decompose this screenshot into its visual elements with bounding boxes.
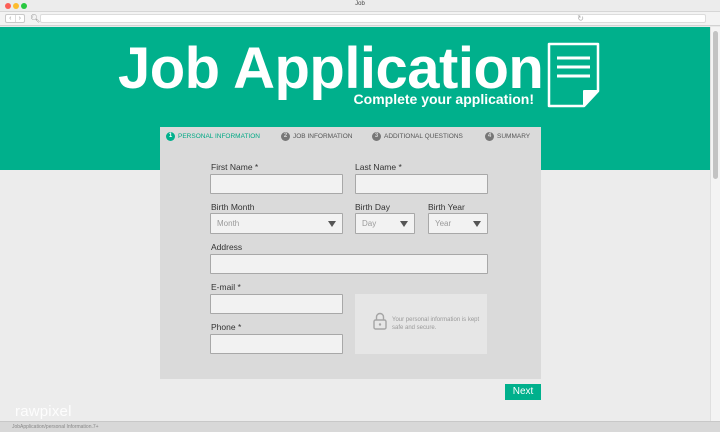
first-name-field[interactable] bbox=[210, 174, 343, 194]
next-button[interactable]: Next bbox=[505, 384, 541, 400]
phone-field[interactable] bbox=[210, 334, 343, 354]
step-number: 1 bbox=[166, 132, 175, 141]
birth-month-label: Birth Month bbox=[211, 202, 255, 212]
chevron-down-icon bbox=[328, 221, 336, 227]
first-name-label: First Name * bbox=[211, 162, 259, 172]
email-field[interactable] bbox=[210, 294, 343, 314]
step-job-information[interactable]: 2 JOB INFORMATION bbox=[281, 132, 352, 141]
address-label: Address bbox=[211, 242, 243, 252]
chevron-down-icon bbox=[400, 221, 408, 227]
loading-spinner-icon: ↻ bbox=[577, 14, 584, 23]
step-label: SUMMARY bbox=[497, 133, 531, 140]
birth-month-value: Month bbox=[217, 219, 240, 228]
address-field[interactable] bbox=[210, 254, 488, 274]
window-title: Job bbox=[355, 1, 365, 7]
last-name-label: Last Name * bbox=[355, 162, 402, 172]
window-titlebar: Job bbox=[0, 0, 720, 12]
step-label: JOB INFORMATION bbox=[293, 133, 353, 140]
step-label: PERSONAL INFORMATION bbox=[178, 133, 260, 140]
last-name-field[interactable] bbox=[355, 174, 488, 194]
page-subtitle: Complete your application! bbox=[353, 91, 534, 107]
nav-buttons: ‹ › bbox=[5, 14, 25, 23]
browser-toolbar: ‹ › 🔍︎ ↻ bbox=[0, 12, 720, 26]
step-summary[interactable]: 4 SUMMARY bbox=[485, 132, 530, 141]
page-viewport: Job Application Complete your applicatio… bbox=[0, 27, 710, 421]
privacy-notice: Your personal information is kept safe a… bbox=[355, 294, 487, 354]
watermark-logo: rawpixel bbox=[15, 403, 72, 420]
status-bar: JobApplication/personal Information.7+ bbox=[0, 421, 720, 432]
status-text: JobApplication/personal Information.7+ bbox=[12, 424, 99, 430]
search-icon: 🔍︎ bbox=[30, 14, 41, 23]
step-additional-questions[interactable]: 3 ADDITIONAL QUESTIONS bbox=[372, 132, 463, 141]
step-number: 4 bbox=[485, 132, 494, 141]
birth-year-select[interactable]: Year bbox=[428, 213, 488, 234]
birth-day-label: Birth Day bbox=[355, 202, 390, 212]
back-button[interactable]: ‹ bbox=[6, 15, 15, 22]
document-icon bbox=[547, 42, 600, 108]
birth-year-value: Year bbox=[435, 219, 452, 228]
scrollbar-thumb[interactable] bbox=[713, 31, 718, 179]
chevron-down-icon bbox=[473, 221, 481, 227]
step-personal-information[interactable]: 1 PERSONAL INFORMATION bbox=[166, 132, 260, 141]
lock-icon bbox=[373, 312, 387, 330]
vertical-scrollbar[interactable] bbox=[710, 27, 720, 421]
forward-button[interactable]: › bbox=[14, 15, 25, 22]
birth-month-select[interactable]: Month bbox=[210, 213, 343, 234]
step-label: ADDITIONAL QUESTIONS bbox=[384, 133, 463, 140]
application-form: 1 PERSONAL INFORMATION 2 JOB INFORMATION… bbox=[160, 127, 541, 379]
birth-day-value: Day bbox=[362, 219, 377, 228]
step-number: 2 bbox=[281, 132, 290, 141]
phone-label: Phone * bbox=[211, 322, 242, 332]
privacy-notice-text: Your personal information is kept safe a… bbox=[392, 317, 480, 331]
birth-day-select[interactable]: Day bbox=[355, 213, 415, 234]
progress-steps: 1 PERSONAL INFORMATION 2 JOB INFORMATION… bbox=[160, 127, 541, 147]
address-bar[interactable] bbox=[40, 14, 706, 23]
birth-year-label: Birth Year bbox=[428, 202, 465, 212]
email-label: E-mail * bbox=[211, 282, 241, 292]
step-number: 3 bbox=[372, 132, 381, 141]
